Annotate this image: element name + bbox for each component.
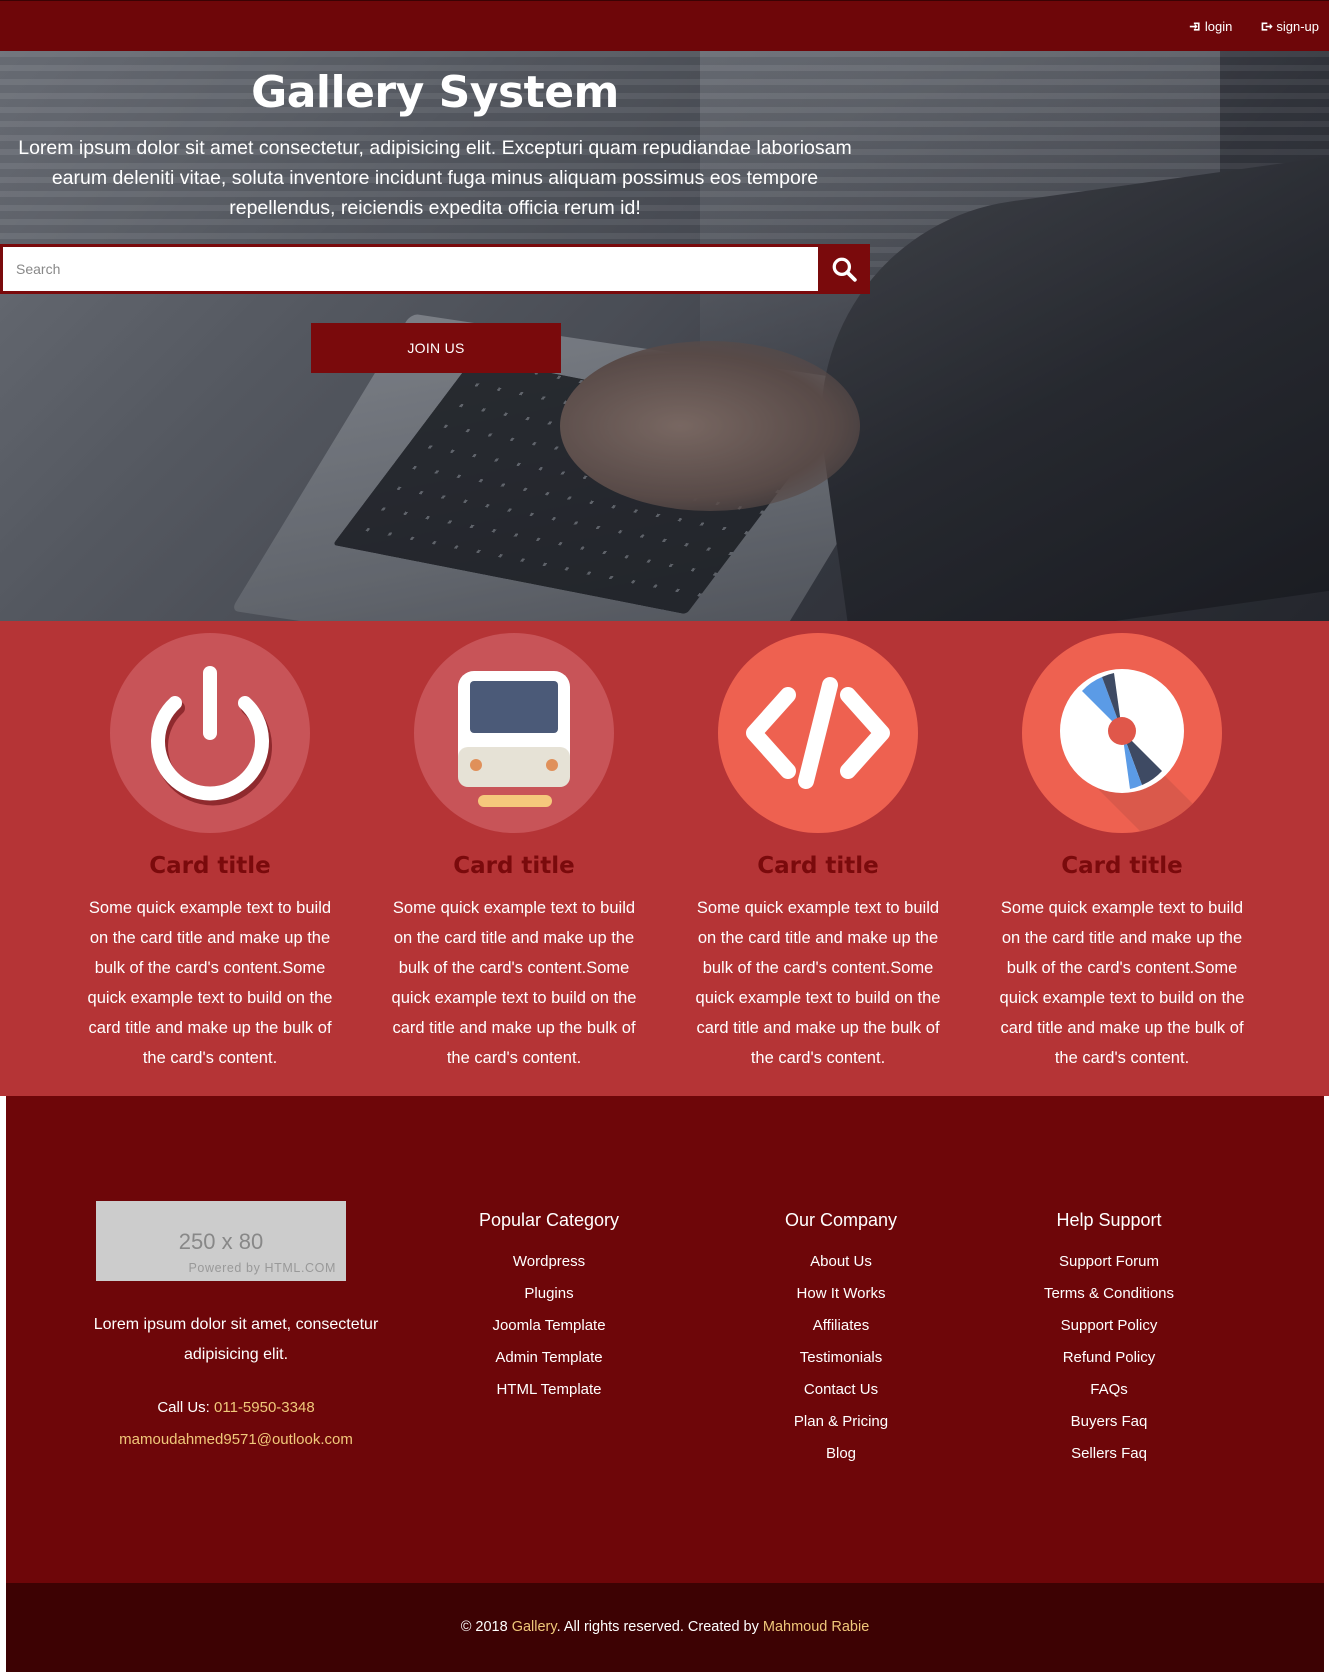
card-text: Some quick example text to build on the … xyxy=(999,899,1245,1067)
author-link[interactable]: Mahmoud Rabie xyxy=(763,1619,869,1635)
footer-link[interactable]: FAQs xyxy=(979,1381,1239,1413)
card-title: Card title xyxy=(757,853,879,879)
card-title: Card title xyxy=(453,853,575,879)
login-label: login xyxy=(1204,19,1233,34)
footer-column-title: Popular Category xyxy=(478,1210,620,1230)
copyright-prefix: © 2018 xyxy=(460,1619,508,1635)
phone-link[interactable]: 011-5950-3348 xyxy=(214,1399,315,1416)
search-icon xyxy=(832,257,857,282)
footer-link[interactable]: Buyers Faq xyxy=(979,1413,1239,1445)
footer-link[interactable]: Terms & Conditions xyxy=(979,1285,1239,1317)
feature-card: Card title Some quick example text to bu… xyxy=(673,621,963,1073)
disc-icon xyxy=(1022,633,1222,833)
feature-card: Card title Some quick example text to bu… xyxy=(977,621,1267,1073)
card-title: Card title xyxy=(149,853,271,879)
footer-link[interactable]: Plugins xyxy=(419,1285,679,1317)
search-input[interactable] xyxy=(3,247,818,291)
sign-out-icon xyxy=(1261,22,1273,31)
footer-link[interactable]: Support Policy xyxy=(979,1317,1239,1349)
hero-section: Gallery System Lorem ipsum dolor sit ame… xyxy=(0,51,1329,621)
footer-column-title: Help Support xyxy=(1056,1210,1162,1230)
footer-column-our-company: Our Company About Us How It Works Affili… xyxy=(711,1210,971,1477)
footer-link[interactable]: Affiliates xyxy=(711,1317,971,1349)
footer-link[interactable]: Sellers Faq xyxy=(979,1445,1239,1477)
footer-link[interactable]: Plan & Pricing xyxy=(711,1413,971,1445)
footer-link[interactable]: Wordpress xyxy=(419,1253,679,1285)
footer-logo-placeholder: 250 x 80 Powered by HTML.COM xyxy=(96,1201,346,1281)
search-button[interactable] xyxy=(818,247,870,291)
logo-size-text: 250 x 80 xyxy=(178,1229,264,1254)
footer-link[interactable]: Joomla Template xyxy=(419,1317,679,1349)
logo-powered-text: Powered by HTML.COM xyxy=(188,1261,336,1275)
card-text: Some quick example text to build on the … xyxy=(695,899,941,1067)
feature-card: Card title Some quick example text to bu… xyxy=(65,621,355,1073)
footer-link[interactable]: Support Forum xyxy=(979,1253,1239,1285)
copyright-bar: © 2018 Gallery. All rights reserved. Cre… xyxy=(6,1583,1324,1672)
call-us-label: Call Us: xyxy=(157,1399,210,1416)
footer-link[interactable]: Admin Template xyxy=(419,1349,679,1381)
footer-column-help-support: Help Support Support Forum Terms & Condi… xyxy=(979,1210,1239,1477)
sign-in-icon xyxy=(1189,22,1200,31)
card-title: Card title xyxy=(1061,853,1183,879)
search-bar xyxy=(0,244,870,294)
code-icon xyxy=(718,633,918,833)
signup-label: sign-up xyxy=(1276,19,1319,34)
footer-about-text: Lorem ipsum dolor sit amet, consectetur … xyxy=(93,1316,379,1363)
features-section: Card title Some quick example text to bu… xyxy=(0,621,1329,1096)
feature-card: Card title Some quick example text to bu… xyxy=(369,621,659,1073)
footer-link[interactable]: How It Works xyxy=(711,1285,971,1317)
footer: 250 x 80 Powered by HTML.COM Lorem ipsum… xyxy=(6,1096,1324,1583)
footer-phone: Call Us: 011-5950-3348 xyxy=(66,1399,406,1416)
auth-links: login sign-up xyxy=(1171,1,1329,52)
footer-link[interactable]: Testimonials xyxy=(711,1349,971,1381)
footer-link[interactable]: Blog xyxy=(711,1445,971,1477)
top-navbar: login sign-up xyxy=(0,0,1329,51)
hero-description: Lorem ipsum dolor sit amet consectetur, … xyxy=(18,137,852,219)
footer-link[interactable]: About Us xyxy=(711,1253,971,1285)
brand-link[interactable]: Gallery xyxy=(512,1619,557,1635)
card-text: Some quick example text to build on the … xyxy=(391,899,637,1067)
power-icon xyxy=(110,633,310,833)
footer-column-title: Our Company xyxy=(784,1210,898,1230)
footer-link[interactable]: Refund Policy xyxy=(979,1349,1239,1381)
signup-link[interactable]: sign-up xyxy=(1260,19,1319,34)
copyright-middle: . All rights reserved. Created by xyxy=(556,1619,759,1635)
train-icon xyxy=(414,633,614,833)
footer-column-popular-category: Popular Category Wordpress Plugins Jooml… xyxy=(419,1210,679,1413)
email-link[interactable]: mamoudahmed9571@outlook.com xyxy=(66,1431,406,1448)
footer-link[interactable]: Contact Us xyxy=(711,1381,971,1413)
footer-link[interactable]: HTML Template xyxy=(419,1381,679,1413)
card-text: Some quick example text to build on the … xyxy=(87,899,333,1067)
join-us-button[interactable]: JOIN US xyxy=(311,323,561,373)
page-title: Gallery System xyxy=(251,67,619,118)
login-link[interactable]: login xyxy=(1189,19,1232,34)
